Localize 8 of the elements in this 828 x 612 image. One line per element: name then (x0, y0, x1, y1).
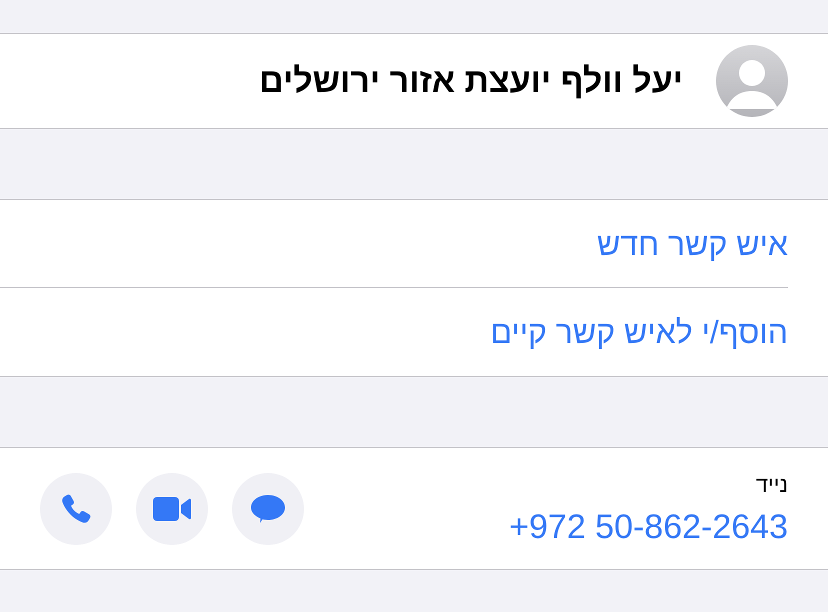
phone-icon (60, 492, 92, 524)
action-link[interactable]: הוסף/י לאיש קשר קיים (490, 316, 788, 348)
action-link[interactable]: איש קשר חדש (596, 228, 788, 260)
video-camera-icon (152, 494, 192, 522)
phone-label: נייד (756, 474, 788, 496)
phone-number[interactable]: +972 50-862-2643 (509, 510, 788, 544)
contact-name: יעל וולף יועצת אזור ירושלים (259, 64, 683, 98)
message-icon (250, 492, 286, 524)
